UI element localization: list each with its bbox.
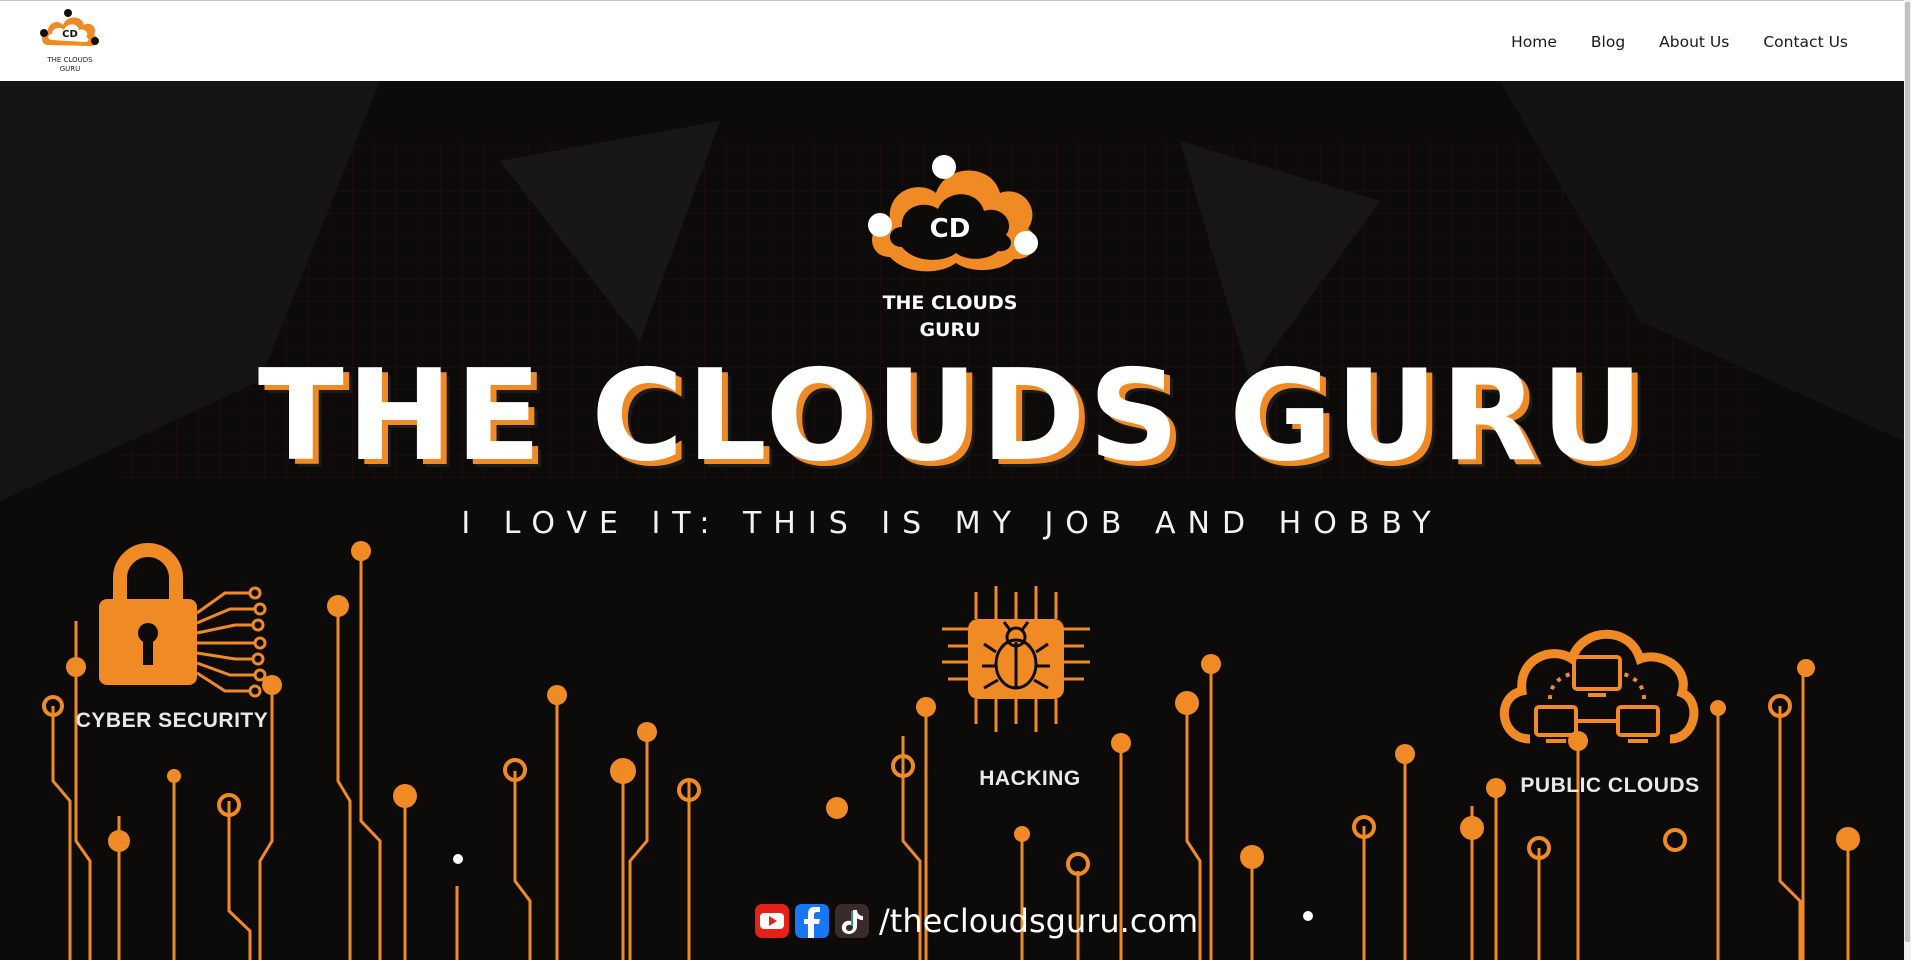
page-scrollbar[interactable] xyxy=(1904,0,1911,960)
hero-logo-text-line2: GURU xyxy=(919,319,981,341)
site-logo[interactable]: CD THE CLOUDS GURU xyxy=(38,7,102,77)
feature-cyber-security-label: CYBER SECURITY xyxy=(75,709,269,732)
svg-text:CD: CD xyxy=(62,29,78,40)
hero-title: THE CLOUDS GURU xyxy=(257,342,1647,489)
nav-logo-text: THE CLOUDS GURU xyxy=(38,56,102,74)
nav-menu: Home Blog About Us Contact Us xyxy=(1477,1,1848,82)
nav-logo-text-line2: GURU xyxy=(59,65,81,73)
cloud-network-icon xyxy=(1500,629,1699,744)
nav-about-link[interactable]: About Us xyxy=(1659,33,1729,51)
social-links: /thecloudsguru.com xyxy=(755,901,1198,941)
social-handle-link[interactable]: /thecloudsguru.com xyxy=(879,902,1198,940)
hero-logo-text-line1: THE CLOUDS xyxy=(882,292,1018,314)
nav-contact-link[interactable]: Contact Us xyxy=(1763,33,1848,51)
hero-banner: CYBER SECURITY HACKING PUBLIC CLOUDS CD … xyxy=(0,81,1904,960)
feature-hacking-label: HACKING xyxy=(979,767,1081,790)
svg-text:CD: CD xyxy=(930,214,971,244)
scrollbar-thumb[interactable] xyxy=(1905,2,1910,942)
facebook-icon[interactable] xyxy=(795,904,829,938)
padlock-circuit-icon xyxy=(99,543,267,698)
nav-logo-text-line1: THE CLOUDS xyxy=(47,56,93,64)
top-navbar: CD THE CLOUDS GURU Home Blog About Us Co… xyxy=(0,0,1904,81)
tiktok-icon[interactable] xyxy=(835,904,869,938)
feature-public-clouds-label: PUBLIC CLOUDS xyxy=(1520,774,1700,797)
youtube-icon[interactable] xyxy=(755,904,789,938)
nav-blog-link[interactable]: Blog xyxy=(1591,33,1625,51)
cloud-logo-icon: CD xyxy=(40,9,99,47)
nav-home-link[interactable]: Home xyxy=(1511,33,1557,51)
bug-chip-icon xyxy=(942,586,1090,732)
hero-subtitle: I LOVE IT: THIS IS MY JOB AND HOBBY xyxy=(461,506,1443,541)
hero-logo-text: THE CLOUDS GURU xyxy=(830,290,1070,344)
